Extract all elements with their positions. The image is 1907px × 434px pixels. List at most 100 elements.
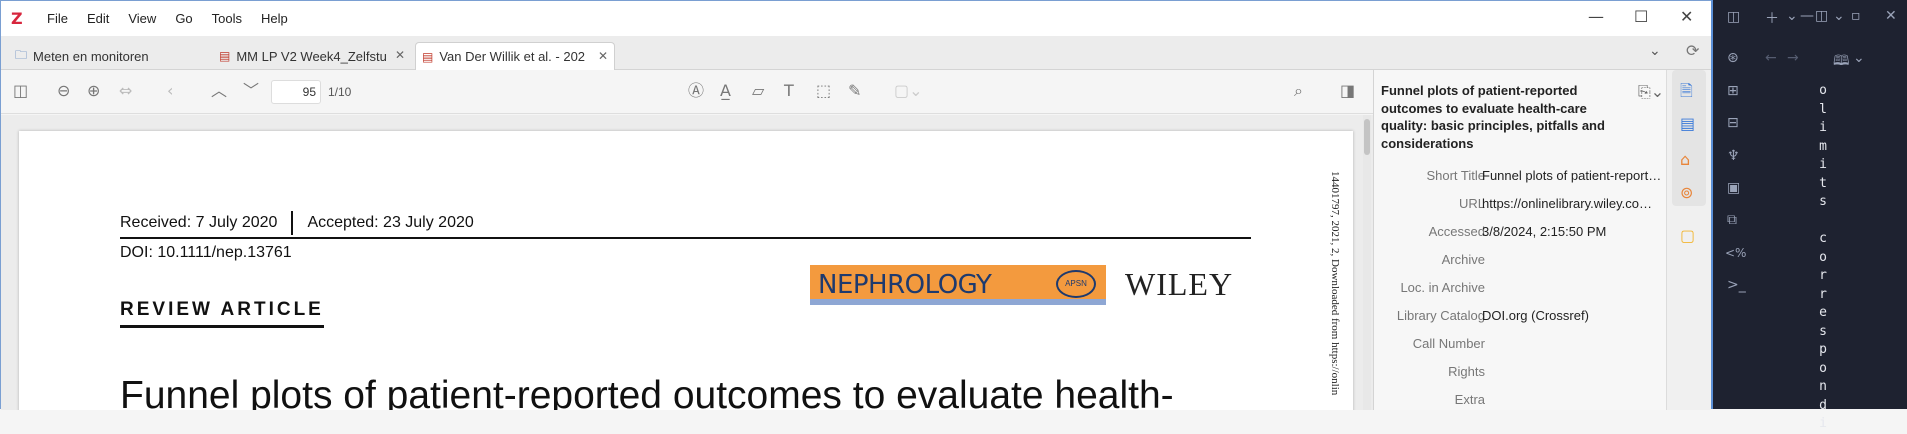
dash-icon[interactable]: — xyxy=(1800,8,1814,24)
journal-banner-stripe xyxy=(810,299,1106,305)
reader-icon[interactable]: 🕮 xyxy=(1833,50,1850,74)
back-arrow-icon[interactable]: ← xyxy=(1765,50,1777,66)
layout-panel-icon[interactable]: ▣ xyxy=(1727,180,1740,196)
field-url[interactable]: URL https://onlinelibrary.wiley.com ... xyxy=(1374,190,1667,218)
zoom-in-icon[interactable]: ⊕ xyxy=(87,82,100,100)
copy-icon[interactable]: ⧉ xyxy=(1727,212,1737,228)
context-pane-toggle-icon[interactable]: ◨ xyxy=(1340,82,1355,100)
field-value[interactable]: 3/8/2024, 2:15:50 PM xyxy=(1482,224,1662,239)
tab-pdf-van-der-willik[interactable]: ▤ Van Der Willik et al. - 202 ✕ xyxy=(415,42,615,70)
field-extra[interactable]: Extra xyxy=(1374,386,1667,414)
forward-arrow-icon[interactable]: → xyxy=(1787,50,1799,66)
window-icon[interactable]: ▫ xyxy=(1851,8,1861,24)
folder-icon: 🗀 xyxy=(15,47,28,62)
field-archive[interactable]: Archive xyxy=(1374,246,1667,274)
code-percent-icon[interactable]: <% xyxy=(1725,246,1746,260)
notes-icon[interactable]: ▢ xyxy=(1680,226,1695,245)
terminal-icon[interactable]: >_ xyxy=(1727,277,1746,293)
maximize-button[interactable]: ☐ xyxy=(1634,7,1648,26)
color-picker-icon[interactable]: ▢⌄ xyxy=(894,82,923,100)
vertical-char: c xyxy=(1819,231,1827,246)
reader-chevron-icon[interactable]: ⌄ xyxy=(1853,50,1865,66)
field-label: Call Number xyxy=(1412,336,1485,351)
menu-help[interactable]: Help xyxy=(261,11,288,26)
close-panel-icon[interactable]: ✕ xyxy=(1885,8,1897,24)
item-title[interactable]: Funnel plots of patient-reported outcome… xyxy=(1381,82,1611,152)
pdf-icon: ▤ xyxy=(219,49,231,63)
accepted-date: Accepted: 23 July 2020 xyxy=(307,214,474,232)
menu-edit[interactable]: Edit xyxy=(87,11,109,26)
field-value[interactable]: https://onlinelibrary.wiley.com ... xyxy=(1482,196,1662,211)
tab-label: MM LP V2 Week4_Zelfstud xyxy=(236,48,387,64)
abstract-icon[interactable]: ▤ xyxy=(1680,114,1695,133)
vertical-char: o xyxy=(1819,360,1827,376)
close-tab-icon[interactable]: ✕ xyxy=(598,49,608,63)
select-area-icon[interactable]: ⬚ xyxy=(816,82,831,100)
microphone-icon[interactable]: ♆ xyxy=(1727,148,1740,164)
tags-icon[interactable]: ⌂ xyxy=(1680,150,1690,169)
vertical-char: m xyxy=(1819,138,1827,154)
underline-text-icon[interactable]: A̲ xyxy=(720,82,731,100)
pdf-viewport[interactable]: Received: 7 July 2020 Accepted: 23 July 2… xyxy=(1,115,1373,410)
add-text-icon[interactable]: T xyxy=(784,82,794,100)
field-short-title[interactable]: Short Title Funnel plots of patient-repo… xyxy=(1374,162,1667,190)
menu-go[interactable]: Go xyxy=(175,11,192,26)
tab-pdf-week4[interactable]: ▤ MM LP V2 Week4_Zelfstud ✕ xyxy=(213,42,411,70)
split-chevron-icon[interactable]: ⌄ xyxy=(1833,8,1845,24)
add-note-icon[interactable]: ▱ xyxy=(752,82,764,100)
menu-tools[interactable]: Tools xyxy=(212,11,242,26)
minimize-button[interactable]: — xyxy=(1588,7,1604,26)
chevron-icon[interactable]: ⌄ xyxy=(1786,8,1798,24)
zotero-logo: Z xyxy=(11,9,23,28)
side-text-label: 14401797, 2021, 2, Downloaded from https… xyxy=(1329,171,1341,396)
vertical-char: e xyxy=(1819,305,1827,320)
close-window-button[interactable]: ✕ xyxy=(1680,7,1693,26)
close-tab-icon[interactable]: ✕ xyxy=(395,48,405,62)
tab-label: Meten en monitoren xyxy=(33,48,149,64)
field-call-number[interactable]: Call Number xyxy=(1374,330,1667,358)
vertical-char: i xyxy=(1819,416,1827,431)
scrollbar-thumb[interactable] xyxy=(1364,119,1370,155)
search-icon[interactable]: ⌕ xyxy=(1294,82,1303,100)
info-fields: Short Title Funnel plots of patient-repo… xyxy=(1374,162,1667,410)
field-rights[interactable]: Rights xyxy=(1374,358,1667,386)
back-icon[interactable]: ‹ xyxy=(167,82,173,100)
menu-view[interactable]: View xyxy=(128,11,156,26)
date-separator xyxy=(291,211,294,235)
table-icon[interactable]: ⊟ xyxy=(1727,115,1739,131)
sync-icon[interactable]: ⟳ xyxy=(1686,41,1699,60)
zoom-out-icon[interactable]: ⊖ xyxy=(57,82,70,100)
add-icon[interactable]: ＋ xyxy=(1765,8,1779,28)
dark-side-panel: ◫ ＋ ⌄ — ◫ ⌄ ▫ ✕ ⊛ ⊞ ⊟ ♆ ▣ ⧉ <% >_ ← → 🕮 … xyxy=(1711,0,1907,409)
info-icon[interactable]: 🗎 xyxy=(1680,80,1693,107)
field-loc-in-archive[interactable]: Loc. in Archive xyxy=(1374,274,1667,302)
chevron-down-icon[interactable]: ⌄ xyxy=(1649,43,1661,59)
next-page-icon[interactable]: ﹀ xyxy=(243,82,259,100)
sidebar-toggle-icon[interactable]: ◫ xyxy=(13,82,28,100)
article-type: REVIEW ARTICLE xyxy=(120,299,324,328)
split-view-icon[interactable]: ◫ xyxy=(1815,8,1828,24)
page-number-input[interactable]: 95 xyxy=(271,80,321,104)
export-icon[interactable]: ⎘⌄ xyxy=(1638,82,1664,102)
related-icon[interactable]: ⊚ xyxy=(1680,183,1693,202)
tab-library[interactable]: 🗀 Meten en monitoren xyxy=(9,42,209,70)
received-date: Received: 7 July 2020 xyxy=(120,214,278,232)
vertical-scrollbar[interactable] xyxy=(1363,115,1371,410)
draw-icon[interactable]: ✎ xyxy=(848,82,861,100)
help-icon[interactable]: ⊛ xyxy=(1727,50,1739,66)
vertical-char: n xyxy=(1819,379,1827,394)
fit-width-icon[interactable]: ⇔ xyxy=(119,82,132,100)
vertical-char: o xyxy=(1819,83,1827,98)
field-value[interactable]: DOI.org (Crossref) xyxy=(1482,308,1662,323)
field-library-catalog[interactable]: Library Catalog DOI.org (Crossref) xyxy=(1374,302,1667,330)
pdf-page: Received: 7 July 2020 Accepted: 23 July 2… xyxy=(19,131,1353,410)
previous-page-icon[interactable]: ︿ xyxy=(211,82,227,100)
journal-seal-logo: APSN xyxy=(1056,270,1096,298)
menu-file[interactable]: File xyxy=(47,11,68,26)
layout-icon[interactable]: ◫ xyxy=(1727,9,1740,25)
highlight-text-icon[interactable]: Ⓐ xyxy=(688,82,704,100)
field-accessed[interactable]: Accessed 3/8/2024, 2:15:50 PM xyxy=(1374,218,1667,246)
field-label: Accessed xyxy=(1428,224,1485,239)
field-value[interactable]: Funnel plots of patient-report ... xyxy=(1482,168,1662,183)
grid-icon[interactable]: ⊞ xyxy=(1727,83,1739,99)
